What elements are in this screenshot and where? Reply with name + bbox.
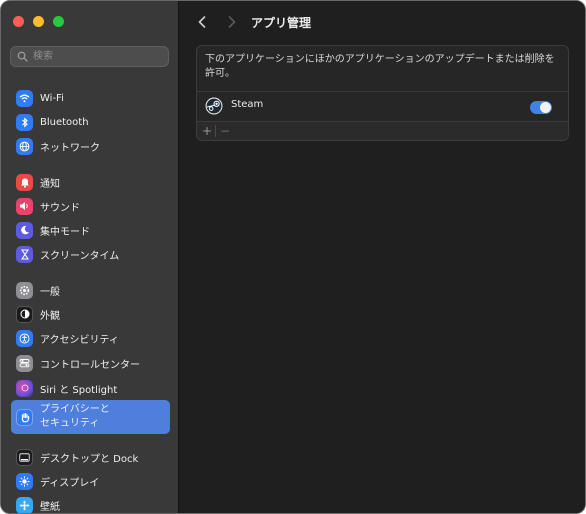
sidebar-item-focus[interactable]: 集中モード	[11, 219, 170, 241]
sidebar-item-label: ディスプレイ	[40, 477, 100, 489]
sidebar-item-wallpaper[interactable]: 壁紙	[11, 494, 170, 513]
chevron-left-icon	[198, 16, 206, 28]
search-input[interactable]	[33, 48, 163, 65]
sidebar-item-label: Bluetooth	[40, 116, 89, 128]
minimize-window-button[interactable]	[33, 16, 44, 27]
speaker-icon	[16, 197, 33, 215]
sun-icon	[16, 472, 33, 490]
sidebar-item-label: デスクトップと Dock	[40, 453, 139, 465]
siri-icon	[16, 379, 33, 397]
sidebar-item-label: アクセシビリティ	[40, 334, 119, 346]
control-center-icon	[16, 354, 33, 372]
search-icon	[17, 51, 28, 62]
hourglass-icon	[16, 245, 33, 263]
toolbar-divider	[215, 125, 216, 137]
chevron-right-icon	[228, 16, 236, 28]
panel-description: 下のアプリケーションにほかのアプリケーションのアップデートまたは削除を許可。	[205, 54, 555, 79]
sidebar-item-label: 外観	[40, 310, 60, 322]
sidebar-item-label: Wi-Fi	[40, 92, 64, 104]
sidebar-item-label: 集中モード	[40, 226, 90, 238]
steam-permission-toggle[interactable]	[530, 101, 552, 114]
system-settings-window: Wi-Fi Bluetooth ネットワーク 通知 サウンド	[0, 0, 586, 514]
zoom-window-button[interactable]	[53, 16, 64, 27]
toggle-knob	[540, 102, 551, 113]
sidebar-item-label: 通知	[40, 178, 60, 190]
appearance-icon	[16, 305, 33, 323]
sidebar-item-label: プライバシーと セキュリティ	[40, 404, 110, 429]
sidebar-item-control-center[interactable]: コントロールセンター	[11, 352, 170, 374]
bell-icon	[16, 173, 33, 191]
close-window-button[interactable]	[13, 16, 24, 27]
sidebar-item-network[interactable]: ネットワーク	[11, 135, 170, 157]
remove-app-button[interactable]: −	[218, 124, 232, 138]
sidebar-item-label: スクリーンタイム	[40, 250, 120, 262]
sidebar: Wi-Fi Bluetooth ネットワーク 通知 サウンド	[1, 1, 179, 513]
page-title: アプリ管理	[251, 16, 312, 30]
back-button[interactable]	[193, 13, 211, 31]
forward-button[interactable]	[223, 13, 241, 31]
moon-icon	[16, 221, 33, 239]
sidebar-item-bluetooth[interactable]: Bluetooth	[11, 111, 170, 133]
dock-icon	[16, 448, 33, 466]
gear-icon	[16, 281, 33, 299]
sidebar-item-general[interactable]: 一般	[11, 279, 170, 301]
add-app-button[interactable]: +	[200, 124, 214, 138]
app-name: Steam	[231, 99, 264, 110]
sidebar-item-label: ネットワーク	[40, 142, 100, 154]
sidebar-item-sound[interactable]: サウンド	[11, 195, 170, 217]
wifi-icon	[16, 89, 33, 107]
sidebar-item-label: サウンド	[40, 202, 80, 214]
accessibility-icon	[16, 329, 33, 347]
sidebar-item-notifications[interactable]: 通知	[11, 171, 170, 193]
sidebar-item-privacy-security[interactable]: プライバシーと セキュリティ	[11, 400, 170, 434]
hand-icon	[16, 408, 33, 426]
sidebar-item-siri-spotlight[interactable]: Siri と Spotlight	[11, 377, 170, 399]
bluetooth-icon	[16, 113, 33, 131]
search-field[interactable]	[10, 46, 169, 67]
app-row-steam: Steam	[197, 92, 568, 122]
sidebar-item-label: 壁紙	[40, 501, 60, 513]
wallpaper-icon	[16, 496, 33, 513]
sidebar-item-appearance[interactable]: 外観	[11, 303, 170, 325]
panel-toolbar: + −	[197, 121, 568, 140]
sidebar-item-label: 一般	[40, 286, 60, 298]
app-management-panel: 下のアプリケーションにほかのアプリケーションのアップデートまたは削除を許可。 S…	[196, 45, 569, 141]
globe-icon	[16, 137, 33, 155]
steam-icon	[205, 97, 223, 115]
main-content: アプリ管理 下のアプリケーションにほかのアプリケーションのアップデートまたは削除…	[179, 1, 585, 513]
sidebar-item-screen-time[interactable]: スクリーンタイム	[11, 243, 170, 265]
sidebar-item-label: コントロールセンター	[40, 359, 140, 371]
sidebar-item-wifi[interactable]: Wi-Fi	[11, 87, 170, 109]
sidebar-item-accessibility[interactable]: アクセシビリティ	[11, 327, 170, 349]
sidebar-item-desktop-dock[interactable]: デスクトップと Dock	[11, 446, 170, 468]
sidebar-item-label: Siri と Spotlight	[40, 384, 118, 396]
sidebar-item-display[interactable]: ディスプレイ	[11, 470, 170, 492]
